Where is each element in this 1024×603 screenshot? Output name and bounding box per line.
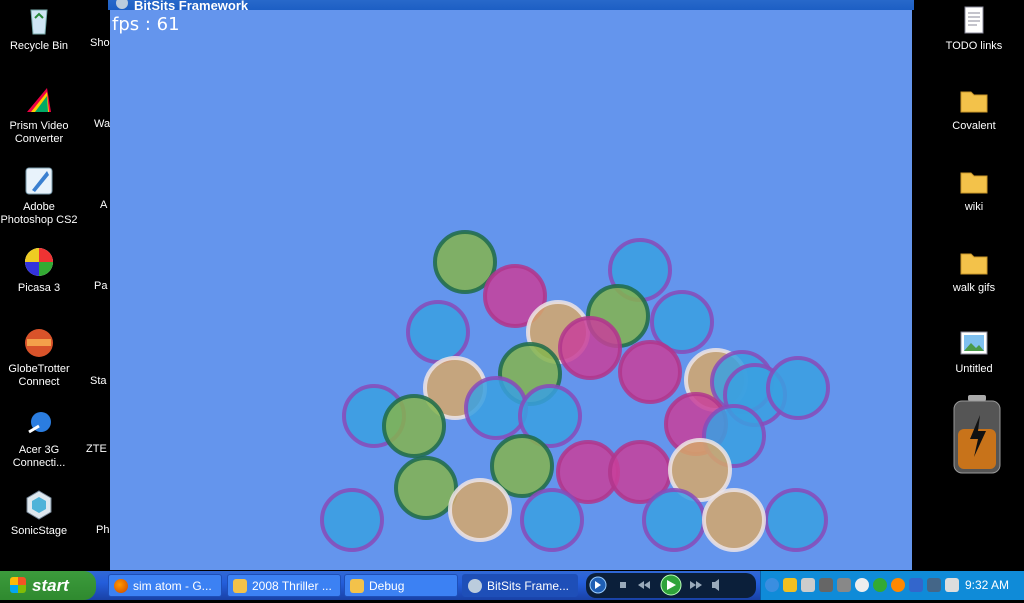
desktop-icon-label: TODO links: [945, 40, 1003, 52]
acer-3g-icon: [28, 412, 51, 434]
balls-scene: [320, 230, 830, 552]
recycle-bin-icon: [30, 9, 48, 35]
image-file-icon: [960, 331, 988, 355]
network-icon[interactable]: [837, 578, 851, 592]
battery-gadget-icon: [953, 395, 1001, 474]
desktop-icon-label: SonicStage: [10, 525, 68, 537]
desktop-icon-photoshop[interactable]: Adobe Photoshop CS2: [0, 165, 78, 227]
windows-flag-icon: [10, 577, 26, 593]
photoshop-icon: [25, 167, 53, 195]
task-bitsits[interactable]: BitSits Frame...: [462, 574, 578, 597]
globe-icon[interactable]: [873, 578, 887, 592]
media-controls-icon[interactable]: [586, 573, 756, 598]
desktop-icon-label: Picasa 3: [17, 282, 61, 294]
blue-ball: [520, 488, 584, 552]
start-label: start: [32, 576, 69, 595]
start-button[interactable]: start: [0, 571, 96, 600]
app-icon: [116, 0, 128, 9]
desktop-icon-todo-links[interactable]: TODO links: [935, 4, 1013, 53]
desktop-icon-picasa[interactable]: Picasa 3: [0, 246, 78, 295]
desktop-icon-label: Untitled: [955, 363, 993, 375]
task-label: sim atom - G...: [133, 579, 212, 593]
globetrotter-icon: [25, 329, 53, 357]
blue-ball: [764, 488, 828, 552]
desktop-icon-recycle-bin[interactable]: Recycle Bin: [0, 4, 78, 53]
folder-icon: [233, 579, 247, 593]
blue-ball: [320, 488, 384, 552]
desktop-icon-prism[interactable]: Prism Video Converter: [0, 84, 78, 146]
desktop-icon-covalent[interactable]: Covalent: [935, 84, 1013, 133]
desktop-icon-walk-gifs[interactable]: walk gifs: [935, 246, 1013, 295]
update-icon[interactable]: [891, 578, 905, 592]
desktop-icon-untitled[interactable]: Untitled: [935, 327, 1013, 376]
folder-icon: [960, 172, 988, 194]
taskbar: start sim atom - G... 2008 Thriller ... …: [0, 571, 1024, 600]
blue-ball: [464, 376, 528, 440]
game-canvas[interactable]: fps : 61: [110, 10, 912, 570]
green-ball: [382, 394, 446, 458]
desktop-icon-label: wiki: [964, 201, 984, 213]
picasa-icon: [25, 248, 53, 276]
volume-icon[interactable]: [801, 578, 815, 592]
shield-icon[interactable]: [783, 578, 797, 592]
task-label: BitSits Frame...: [487, 579, 570, 593]
desktop-icon-sonicstage[interactable]: SonicStage: [0, 489, 78, 538]
desktop-icon-label: Acer 3G Connecti...: [12, 444, 66, 469]
firefox-icon: [114, 579, 128, 593]
app-window: BitSits Framework — □ ✕ fps : 61: [108, 0, 914, 572]
window-titlebar[interactable]: BitSits Framework — □ ✕: [108, 0, 914, 13]
sonicstage-icon: [26, 490, 52, 520]
desktop-icon-label: Covalent: [952, 120, 996, 132]
green-ball: [394, 456, 458, 520]
tray-expand-icon[interactable]: [765, 578, 779, 592]
folder-icon: [960, 253, 988, 275]
task-label: Debug: [369, 579, 405, 593]
media-player-toolbar: [586, 573, 756, 598]
app-icon: [468, 579, 482, 593]
blue-ball: [642, 488, 706, 552]
chat-icon[interactable]: [855, 578, 869, 592]
desktop-icon-label: Adobe Photoshop CS2: [0, 201, 78, 226]
orange-ball: [448, 478, 512, 542]
settings-icon[interactable]: [819, 578, 833, 592]
text-file-icon: [964, 6, 984, 34]
pink-ball: [618, 340, 682, 404]
prism-icon: [27, 88, 51, 112]
blue-ball: [766, 356, 830, 420]
blue-ball: [406, 300, 470, 364]
task-firefox[interactable]: sim atom - G...: [108, 574, 222, 597]
clock: 9:32 AM: [964, 578, 1009, 592]
desktop-icon-label: walk gifs: [952, 282, 996, 294]
desktop-icon-label: Recycle Bin: [9, 40, 69, 52]
desktop-icon-label: GlobeTrotter Connect: [8, 363, 70, 388]
orange-ball: [702, 488, 766, 552]
task-label: 2008 Thriller ...: [252, 579, 332, 593]
desktop-icon-globetrotter[interactable]: GlobeTrotter Connect: [0, 327, 78, 389]
desktop-icon-label: Prism Video Converter: [9, 120, 69, 145]
display-icon[interactable]: [927, 578, 941, 592]
desktop-icon-acer-3g[interactable]: Acer 3G Connecti...: [0, 408, 78, 470]
monitor-icon[interactable]: [945, 578, 959, 592]
desktop-icon-wiki[interactable]: wiki: [935, 165, 1013, 214]
task-thriller-folder[interactable]: 2008 Thriller ...: [227, 574, 341, 597]
pink-ball: [558, 316, 622, 380]
bluetooth-icon[interactable]: [909, 578, 923, 592]
system-tray: 9:32 AM: [760, 571, 1024, 600]
folder-icon: [960, 91, 988, 113]
folder-icon: [350, 579, 364, 593]
task-debug-folder[interactable]: Debug: [344, 574, 458, 597]
